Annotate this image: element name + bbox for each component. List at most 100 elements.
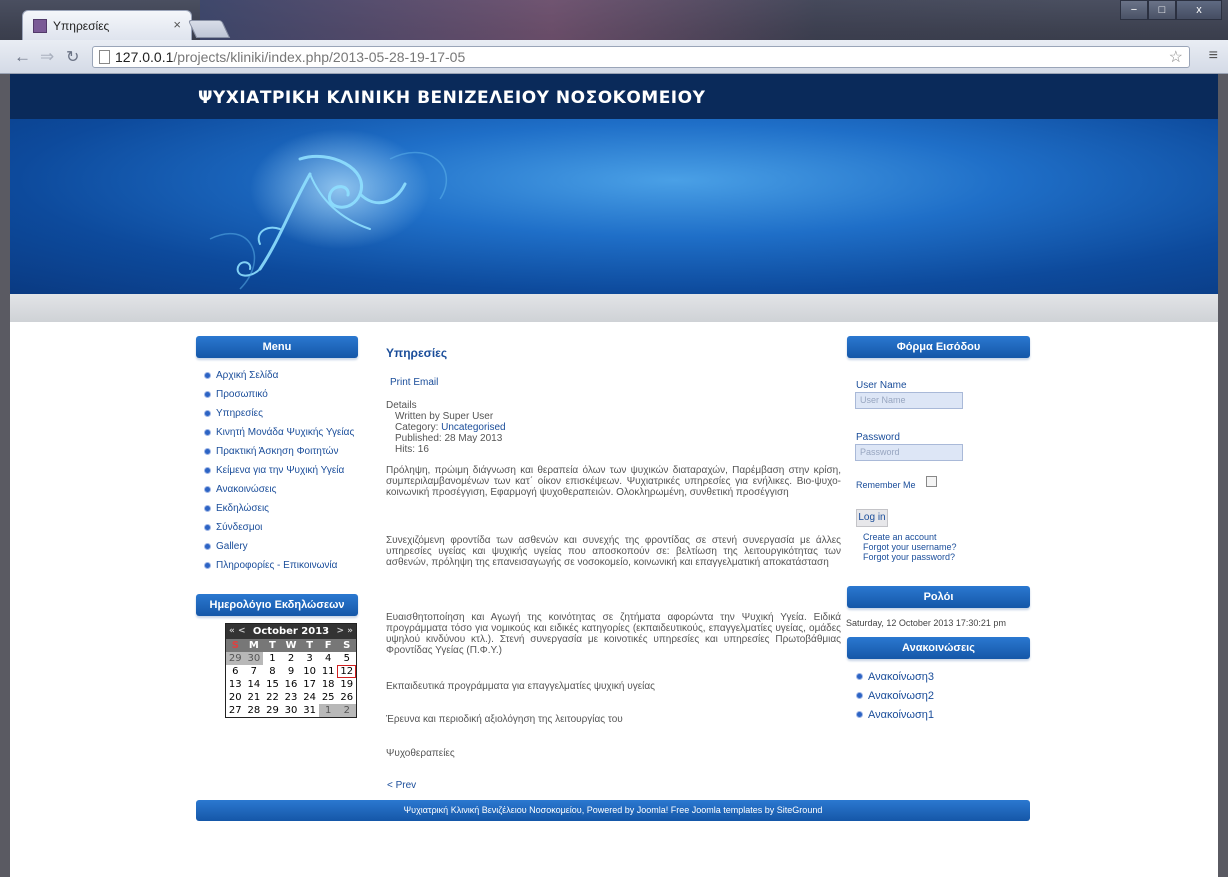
print-link[interactable]: Print (390, 377, 411, 388)
calendar-day[interactable]: 11 (319, 665, 338, 678)
calendar-day[interactable]: 21 (245, 691, 264, 704)
calendar-day[interactable]: 1 (263, 652, 282, 665)
header-subband (10, 294, 1218, 322)
calendar-day[interactable]: 3 (300, 652, 319, 665)
menu-item[interactable]: Ανακοινώσεις (204, 484, 354, 503)
menu-item[interactable]: Πρακτική Άσκηση Φοιτητών (204, 446, 354, 465)
calendar-day[interactable]: 29 (226, 652, 245, 665)
calendar-day[interactable]: 4 (319, 652, 338, 665)
web-page: ΨΥΧΙΑΤΡΙΚΗ ΚΛΙΝΙΚΗ ΒΕΝΙΖΕΛΕΙΟΥ ΝΟΣΟΚΟΜΕΙ… (10, 74, 1218, 877)
browser-toolbar: ← ⇒ ↻ 127.0.0.1/projects/kliniki/index.p… (0, 40, 1228, 74)
calendar-day[interactable]: 30 (244, 652, 264, 665)
calendar-day[interactable]: 16 (282, 678, 301, 691)
calendar-day[interactable]: 9 (282, 665, 301, 678)
announcements-title: Ανακοινώσεις (847, 637, 1030, 659)
calendar-day[interactable]: 15 (263, 678, 282, 691)
maximize-button[interactable]: □ (1148, 0, 1176, 20)
calendar-day[interactable]: 29 (263, 704, 282, 717)
browser-menu-icon[interactable]: ≡ (1209, 47, 1218, 65)
calendar-day[interactable]: 13 (226, 678, 245, 691)
calendar-day[interactable]: 26 (337, 691, 356, 704)
username-input[interactable]: User Name (855, 392, 963, 409)
announcement-item[interactable]: Ανακοίνωση2 (856, 690, 934, 709)
clock-datetime: Saturday, 12 October 2013 17:30:21 pm (846, 618, 1006, 628)
close-window-button[interactable]: x (1176, 0, 1222, 20)
browser-tab[interactable]: Υπηρεσίες × (22, 10, 192, 40)
bookmark-star-icon[interactable]: ☆ (1169, 47, 1183, 67)
calendar-weekday: S (226, 639, 245, 652)
menu-item[interactable]: Gallery (204, 541, 354, 560)
menu-item[interactable]: Εκδηλώσεις (204, 503, 354, 522)
calendar-day[interactable]: 10 (300, 665, 319, 678)
calendar-day[interactable]: 7 (245, 665, 264, 678)
menu-item[interactable]: Προσωπικό (204, 389, 354, 408)
favicon-icon (33, 19, 47, 33)
calendar-day[interactable]: 12 (337, 665, 357, 678)
url-path: /projects/kliniki/index.php/2013-05-28-1… (173, 49, 466, 65)
calendar-day[interactable]: 18 (319, 678, 338, 691)
forgot-username-link[interactable]: Forgot your username? (863, 542, 957, 552)
menu-item[interactable]: Κινητή Μονάδα Ψυχικής Υγείας (204, 427, 354, 446)
article-actions: Print Email (390, 377, 438, 388)
back-arrow-icon[interactable]: ← (14, 47, 31, 67)
tab-close-icon[interactable]: × (173, 17, 181, 32)
written-by: Written by Super User (395, 411, 494, 422)
calendar-day[interactable]: 2 (337, 704, 357, 717)
login-button[interactable]: Log in (856, 509, 888, 527)
calendar-week: 6 7 8 9 10 11 12 (226, 665, 357, 678)
calendar-day[interactable]: 14 (245, 678, 264, 691)
calendar-next-button[interactable]: > » (336, 624, 353, 639)
calendar-prev-button[interactable]: « < (229, 624, 246, 639)
calendar-day[interactable]: 2 (282, 652, 301, 665)
calendar-day[interactable]: 19 (337, 678, 356, 691)
calendar-day[interactable]: 31 (300, 704, 319, 717)
site-footer: Ψυχιατρική Κλινική Βενιζέλειου Νοσοκομεί… (196, 800, 1030, 821)
url-text: 127.0.0.1/projects/kliniki/index.php/201… (115, 49, 465, 65)
calendar-header: « < October 2013 > » (226, 624, 356, 639)
calendar-day[interactable]: 22 (263, 691, 282, 704)
menu-item[interactable]: Κείμενα για την Ψυχική Υγεία (204, 465, 354, 484)
email-link[interactable]: Email (413, 377, 438, 388)
article-paragraph: Έρευνα και περιοδική αξιολόγηση της λειτ… (386, 714, 623, 725)
page-icon (99, 50, 110, 64)
article-title[interactable]: Υπηρεσίες (386, 346, 447, 360)
prev-link[interactable]: < Prev (387, 780, 416, 791)
menu-item[interactable]: Σύνδεσμοι (204, 522, 354, 541)
menu-item[interactable]: Πληροφορίες - Επικοινωνία (204, 560, 354, 579)
account-links: Create an account Forgot your username? … (863, 532, 957, 562)
calendar-day[interactable]: 20 (226, 691, 245, 704)
address-bar[interactable]: 127.0.0.1/projects/kliniki/index.php/201… (92, 46, 1190, 68)
minimize-button[interactable]: − (1120, 0, 1148, 20)
calendar-day[interactable]: 17 (300, 678, 319, 691)
create-account-link[interactable]: Create an account (863, 532, 957, 542)
category-link[interactable]: Uncategorised (441, 422, 505, 433)
calendar-day[interactable]: 28 (245, 704, 264, 717)
remember-me-checkbox[interactable] (926, 476, 937, 487)
calendar-day[interactable]: 24 (300, 691, 319, 704)
swirl-ornament-icon (209, 129, 447, 290)
calendar-day[interactable]: 5 (337, 652, 356, 665)
calendar-day[interactable]: 25 (319, 691, 338, 704)
calendar-day[interactable]: 6 (226, 665, 245, 678)
reload-icon[interactable]: ↻ (66, 47, 79, 67)
calendar-day[interactable]: 1 (318, 704, 338, 717)
announcement-item[interactable]: Ανακοίνωση3 (856, 671, 934, 690)
calendar-day[interactable]: 27 (226, 704, 245, 717)
password-input[interactable]: Password (855, 444, 963, 461)
category-line: Category: Uncategorised (386, 422, 506, 433)
forgot-password-link[interactable]: Forgot your password? (863, 552, 957, 562)
menu-item[interactable]: Υπηρεσίες (204, 408, 354, 427)
announcement-item[interactable]: Ανακοίνωση1 (856, 709, 934, 728)
login-title: Φόρμα Εισόδου (847, 336, 1030, 358)
calendar-weekday: F (318, 639, 338, 652)
forward-arrow-icon[interactable]: ⇒ (40, 47, 54, 67)
calendar-grid: 29 30 1 2 3 4 5 6 7 8 9 10 11 12 13 14 15 16 17 18 19 20 21 22 2… (226, 652, 357, 717)
calendar-weekday: W (281, 639, 301, 652)
calendar-week: 13 14 15 16 17 18 19 (226, 678, 356, 691)
calendar-day[interactable]: 30 (282, 704, 301, 717)
menu-item[interactable]: Αρχική Σελίδα (204, 370, 354, 389)
window-background-art (200, 0, 1080, 40)
calendar-day[interactable]: 23 (282, 691, 301, 704)
calendar-weekday: T (300, 639, 319, 652)
calendar-day[interactable]: 8 (263, 665, 282, 678)
